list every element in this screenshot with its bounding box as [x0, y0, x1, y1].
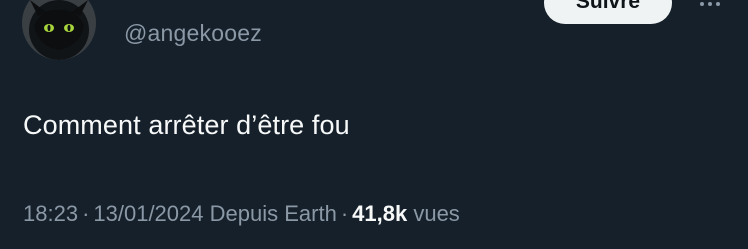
avatar[interactable]	[22, 0, 96, 60]
tweet-date[interactable]: 13/01/2024	[93, 201, 203, 226]
dragon-avatar-icon	[22, 0, 96, 60]
tweet-meta: 18:23 · 13/01/2024 Depuis Earth · 41,8k vues	[23, 201, 460, 227]
more-dot	[716, 2, 720, 6]
more-dot	[708, 2, 712, 6]
user-handle[interactable]: @angekooez	[124, 20, 262, 47]
tweet-source[interactable]: Depuis Earth	[210, 201, 337, 226]
separator: ·	[340, 201, 349, 226]
views-count: 41,8k	[352, 201, 408, 226]
follow-button[interactable]: Suivre	[544, 0, 672, 24]
tweet-card: @angekooez Suivre Comment arrêter d’être…	[0, 0, 748, 249]
more-dot	[700, 2, 704, 6]
tweet-text: Comment arrêter d’être fou	[23, 110, 350, 140]
separator: ·	[82, 201, 90, 226]
views-label: vues	[413, 201, 460, 226]
more-options-icon[interactable]	[690, 0, 730, 14]
tweet-time[interactable]: 18:23	[23, 201, 78, 226]
